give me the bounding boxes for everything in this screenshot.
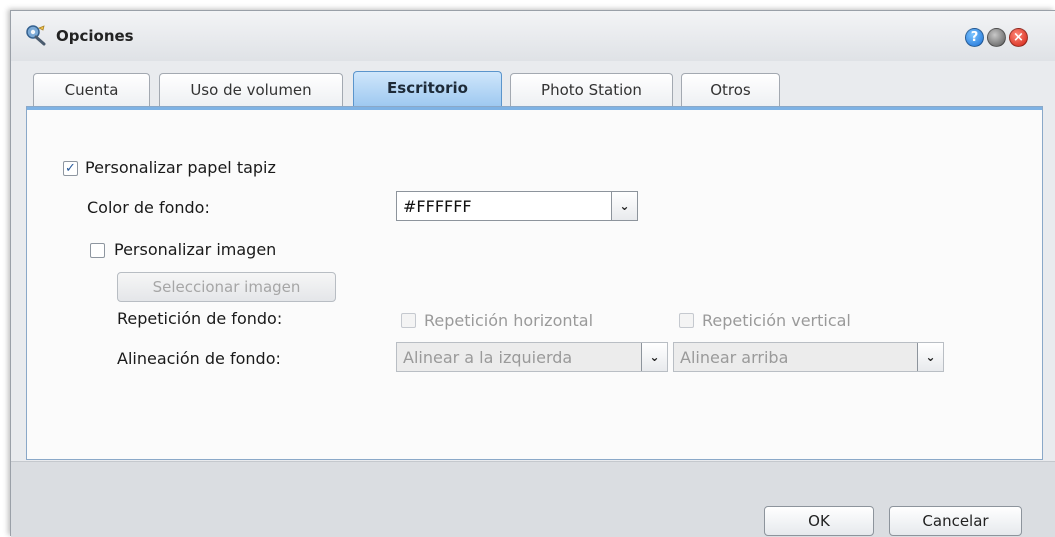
tab-otros[interactable]: Otros [681,73,780,106]
select-image-button[interactable]: Seleccionar imagen [117,272,336,302]
background-alignment-label: Alineación de fondo: [117,349,281,368]
background-color-select[interactable]: #FFFFFF ⌄ [396,191,638,221]
help-button[interactable]: ? [965,28,984,47]
background-color-label: Color de fondo: [87,198,210,217]
tab-photo-station[interactable]: Photo Station [510,73,673,106]
customize-wallpaper-label: Personalizar papel tapiz [85,158,276,177]
horizontal-alignment-value: Alinear a la izquierda [403,348,573,367]
tab-escritorio[interactable]: Escritorio [353,71,502,107]
repeat-horizontal-label: Repetición horizontal [424,311,594,330]
chevron-down-icon[interactable]: ⌄ [641,343,667,371]
tab-uso-de-volumen[interactable]: Uso de volumen [159,73,343,106]
dialog-footer: OK Cancelar [11,461,1055,537]
customize-image-checkbox[interactable] [90,243,105,258]
close-button[interactable]: × [1009,28,1028,47]
background-repeat-label: Repetición de fondo: [117,309,283,328]
horizontal-alignment-select[interactable]: Alinear a la izquierda ⌄ [396,342,668,372]
repeat-horizontal-checkbox[interactable] [401,313,416,328]
vertical-alignment-select[interactable]: Alinear arriba ⌄ [673,342,944,372]
repeat-vertical-label: Repetición vertical [702,311,851,330]
customize-wallpaper-checkbox[interactable]: ✓ [63,161,78,176]
repeat-vertical-checkbox[interactable] [679,313,694,328]
customize-image-label: Personalizar imagen [114,240,277,259]
ok-button[interactable]: OK [764,506,874,536]
wrench-gear-icon [26,25,46,46]
dialog-title: Opciones [56,27,134,45]
panel-accent-line [27,107,1042,110]
cancel-button[interactable]: Cancelar [889,506,1022,536]
title-bar[interactable]: Opciones ? × [11,11,1055,61]
minimize-button[interactable] [987,28,1006,47]
vertical-alignment-value: Alinear arriba [680,348,789,367]
chevron-down-icon[interactable]: ⌄ [611,192,637,220]
options-dialog: Opciones ? × Cuenta Uso de volumen Escri… [10,10,1055,537]
tab-cuenta[interactable]: Cuenta [33,73,150,106]
tab-bar: Cuenta Uso de volumen Escritorio Photo S… [33,71,1043,107]
chevron-down-icon[interactable]: ⌄ [917,343,943,371]
background-color-value: #FFFFFF [403,197,472,216]
desktop-settings-panel: ✓ Personalizar papel tapiz Color de fond… [26,106,1043,460]
